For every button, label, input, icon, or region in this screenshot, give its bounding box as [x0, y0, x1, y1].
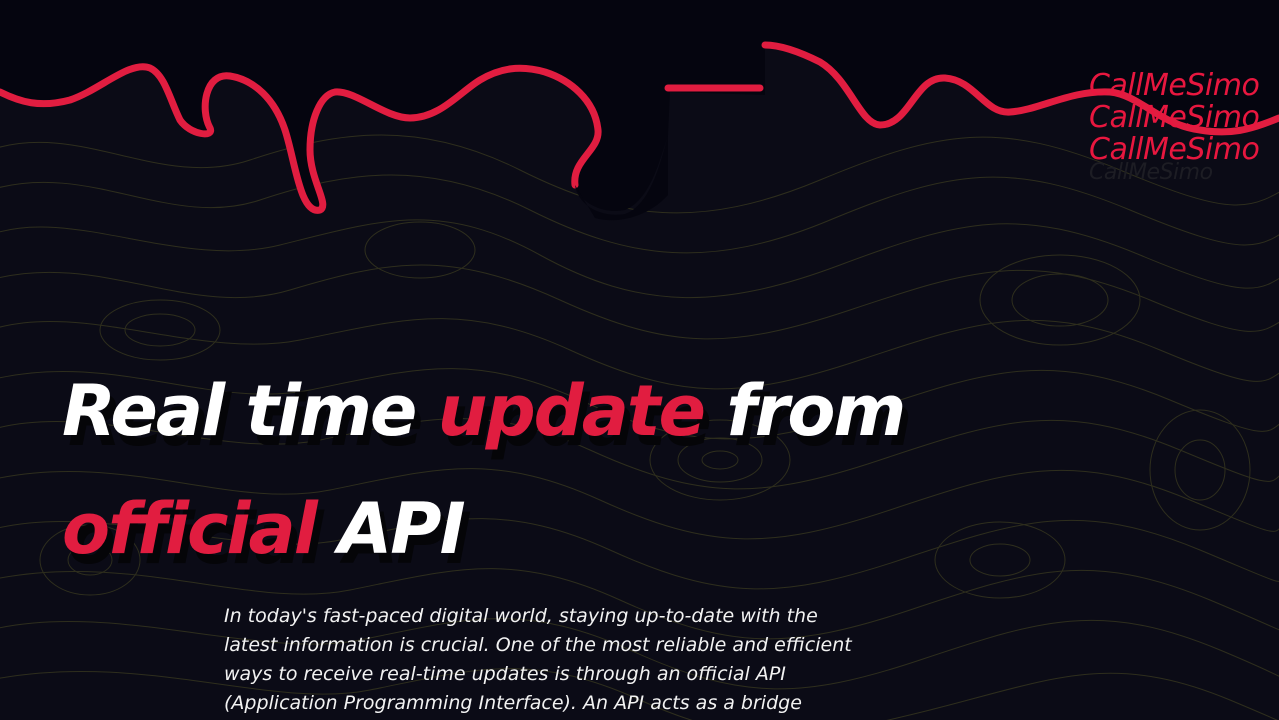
hero-text: from — [703, 370, 906, 452]
brand-text-shadow: CallMeSimo — [1089, 160, 1213, 185]
hero-heading: Real time update from official API — [62, 352, 1062, 588]
brand-text-line: CallMeSimo — [1089, 100, 1260, 135]
dripping-header-graphic — [0, 0, 1279, 221]
hero-accent-text: official — [62, 488, 318, 570]
brand-text-line: CallMeSimo — [1089, 70, 1260, 103]
brand-watermark: CallMeSimo CallMeSimo CallMeSimo CallMeS… — [1089, 70, 1279, 190]
hero-line-1: Real time update from — [62, 352, 1062, 470]
intro-paragraph: In today's fast-paced digital world, sta… — [224, 605, 852, 714]
hero-text: Real time — [62, 370, 438, 452]
hero-accent-text: update — [437, 370, 706, 452]
hero-text: API — [315, 488, 466, 570]
hero-line-2: official API — [62, 470, 1062, 588]
